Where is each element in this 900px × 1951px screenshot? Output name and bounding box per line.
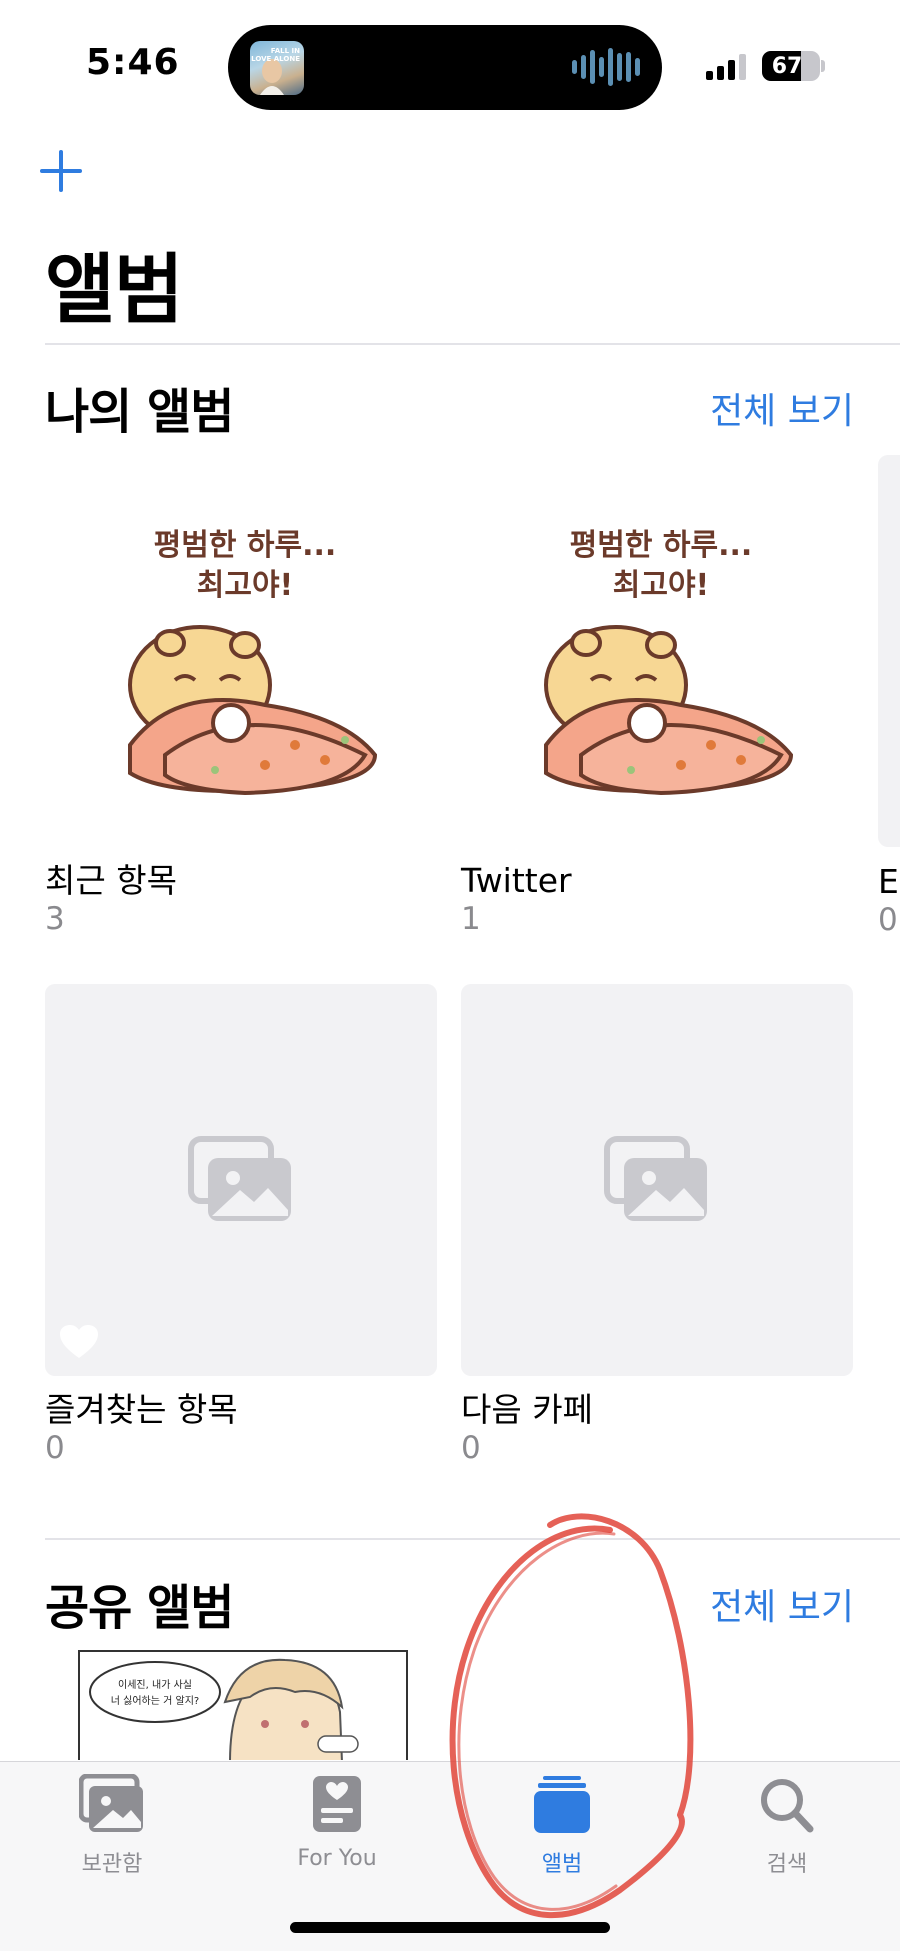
tab-search[interactable]: 검색 <box>697 1774 877 1884</box>
sticker-line-1: 평범한 하루... <box>154 528 337 563</box>
sticker-line-2: 최고야! <box>197 568 293 603</box>
album-thumbnail-empty[interactable] <box>461 984 853 1376</box>
for-you-icon <box>313 1776 361 1832</box>
shared-albums-title: 공유 앨범 <box>45 1580 234 1636</box>
album-count: 0 <box>45 1430 65 1466</box>
photo-library-icon <box>79 1774 143 1832</box>
album-name: 다음 카페 <box>461 1390 593 1429</box>
album-count: 1 <box>461 901 481 937</box>
album-thumbnail-empty[interactable] <box>45 984 437 1376</box>
audio-waveform-icon <box>572 47 640 87</box>
tab-label: For You <box>297 1846 377 1871</box>
shared-albums-see-all-link[interactable]: 전체 보기 <box>710 1578 854 1630</box>
sticker-line-1: 평범한 하루... <box>570 528 753 563</box>
sticker-line-2: 최고야! <box>613 568 709 603</box>
albums-stack-icon <box>534 1776 590 1833</box>
search-icon <box>761 1779 814 1833</box>
page-title: 앨범 <box>45 245 184 334</box>
album-card-daum-cafe[interactable]: 다음 카페 0 <box>461 984 853 1466</box>
album-thumbnail[interactable]: 평범한 하루... 최고야! <box>461 455 853 847</box>
now-playing-artwork: FALL IN LOVE ALONE <box>250 41 304 95</box>
album-card-twitter[interactable]: 평범한 하루... 최고야! Twitter 1 <box>461 455 853 937</box>
battery-percent: 67 <box>771 53 803 79</box>
shared-album-thumbnail[interactable]: 이세진, 내가 사실 너 싫어하는 거 알지? <box>78 1650 408 1760</box>
tab-albums[interactable]: 앨범 <box>472 1774 652 1884</box>
tab-library[interactable]: 보관함 <box>22 1774 202 1884</box>
comic-panel-image: 이세진, 내가 사실 너 싫어하는 거 알지? <box>89 1658 359 1760</box>
album-name: Twitter <box>461 861 572 900</box>
photo-placeholder-icon <box>188 1136 291 1221</box>
album-card-recents[interactable]: 평범한 하루... 최고야! 최근 항목 3 <box>45 455 437 937</box>
battery-icon: 67 <box>762 51 820 81</box>
heart-icon <box>60 1325 98 1358</box>
shared-divider <box>45 1538 900 1540</box>
comic-bubble-line-2: 너 싫어하는 거 알지? <box>111 1694 199 1707</box>
album-thumbnail[interactable]: 평범한 하루... 최고야! <box>45 455 437 847</box>
now-playing-artwork-text: FALL IN LOVE ALONE <box>251 47 300 63</box>
my-albums-title: 나의 앨범 <box>45 384 234 440</box>
dynamic-island[interactable]: FALL IN LOVE ALONE <box>228 25 662 110</box>
add-album-button[interactable] <box>40 148 86 194</box>
sleepy-bear-sticker-image: 평범한 하루... 최고야! <box>128 528 378 796</box>
home-indicator[interactable] <box>290 1922 610 1933</box>
cellular-signal-icon <box>706 52 750 80</box>
album-card-favorites[interactable]: 즐겨찾는 항목 0 <box>45 984 437 1466</box>
photo-placeholder-icon <box>604 1136 707 1221</box>
album-count: 3 <box>45 901 65 937</box>
tab-label: 검색 <box>766 1852 808 1877</box>
album-name: 즐겨찾는 항목 <box>45 1390 238 1429</box>
tab-for-you[interactable]: For You <box>247 1774 427 1884</box>
album-card-partial[interactable] <box>878 455 900 847</box>
status-time: 5:46 <box>86 42 180 83</box>
album-count: 0 <box>461 1430 481 1466</box>
album-name: 최근 항목 <box>45 861 177 900</box>
album-name-partial: E <box>878 862 899 901</box>
header-divider <box>45 343 900 345</box>
tab-label: 보관함 <box>81 1852 143 1877</box>
my-albums-see-all-link[interactable]: 전체 보기 <box>710 382 854 434</box>
comic-bubble-line-1: 이세진, 내가 사실 <box>118 1679 192 1691</box>
album-count-partial: 0 <box>878 902 898 938</box>
sleepy-bear-sticker-image: 평범한 하루... 최고야! <box>544 528 794 796</box>
tab-label: 앨범 <box>541 1852 583 1877</box>
battery-cap <box>821 60 825 72</box>
